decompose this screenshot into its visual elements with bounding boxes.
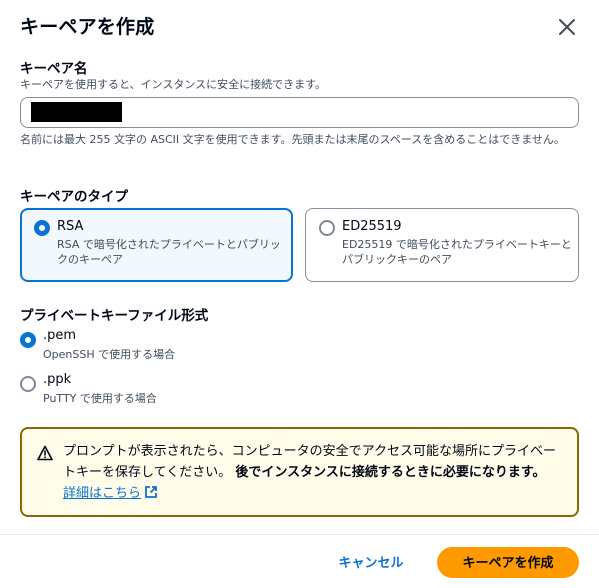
ppk-radio[interactable] [20, 376, 36, 392]
key-type-tile-rsa[interactable]: RSA RSA で暗号化されたプライベートとパブリックのキーペア [20, 208, 293, 282]
close-icon[interactable] [555, 15, 579, 39]
key-pair-name-hint: 名前には最大 255 文字の ASCII 文字を使用できます。先頭または末尾のス… [20, 133, 565, 146]
dialog-title: キーペアを作成 [20, 16, 155, 38]
learn-more-link[interactable]: 詳細はこちら [63, 486, 158, 501]
key-pair-name-input[interactable] [20, 97, 579, 128]
pem-description: OpenSSH で使用する場合 [43, 348, 176, 361]
dialog-header: キーペアを作成 [20, 13, 579, 41]
key-pair-name-description: キーペアを使用すると、インスタンスに安全に接続できます。 [20, 78, 327, 91]
footer-divider [0, 534, 599, 535]
pem-title: .pem [43, 328, 77, 343]
ed25519-description: ED25519 で暗号化されたプライベートキーとパブリックキーのペア [342, 238, 572, 266]
pem-radio[interactable] [20, 332, 36, 348]
external-link-icon [145, 486, 157, 498]
redacted-name-value [31, 102, 122, 122]
create-key-pair-button[interactable]: キーペアを作成 [437, 547, 579, 578]
rsa-title: RSA [57, 219, 84, 234]
warning-icon [37, 445, 53, 461]
key-pair-type-label: キーペアのタイプ [20, 189, 128, 205]
ed25519-radio[interactable] [319, 220, 335, 236]
private-key-format-label: プライベートキーファイル形式 [20, 308, 209, 324]
create-key-pair-dialog: キーペアを作成 キーペア名 キーペアを使用すると、インスタンスに安全に接続できま… [0, 0, 599, 588]
learn-more-label: 詳細はこちら [63, 486, 142, 501]
rsa-radio[interactable] [34, 220, 50, 236]
ppk-description: PuTTY で使用する場合 [43, 392, 157, 405]
key-type-tile-ed25519[interactable]: ED25519 ED25519 で暗号化されたプライベートキーとパブリックキーの… [305, 208, 579, 282]
cancel-button[interactable]: キャンセル [324, 547, 418, 578]
warning-alert: プロンプトが表示されたら、コンピュータの安全でアクセス可能な場所にプライベートキ… [20, 427, 579, 517]
warning-message: プロンプトが表示されたら、コンピュータの安全でアクセス可能な場所にプライベートキ… [63, 441, 567, 504]
warning-text-bold: 後でインスタンスに接続するときに必要になります。 [235, 465, 546, 480]
ppk-title: .ppk [43, 372, 72, 387]
key-pair-name-label: キーペア名 [20, 61, 88, 77]
ed25519-title: ED25519 [342, 219, 402, 234]
rsa-description: RSA で暗号化されたプライベートとパブリックのキーペア [57, 238, 281, 266]
